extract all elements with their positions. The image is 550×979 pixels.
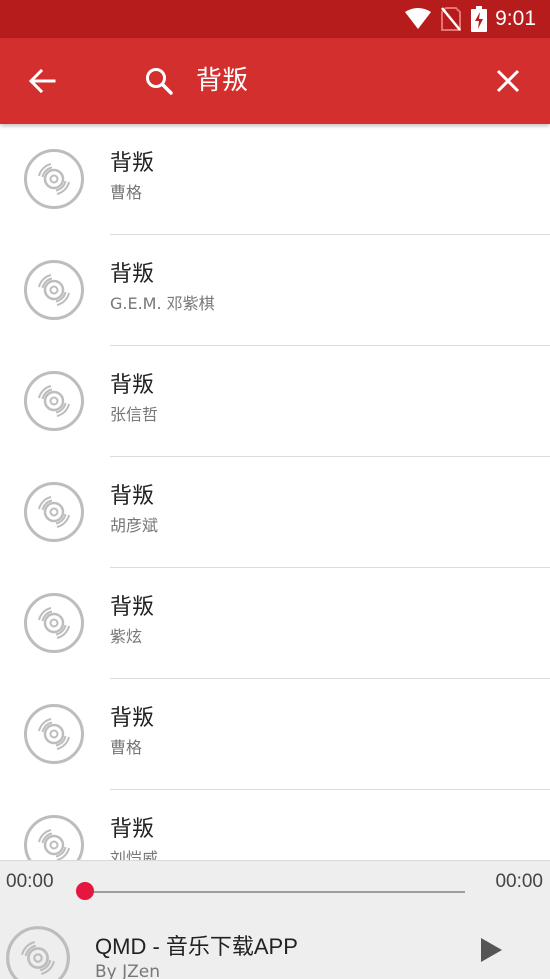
song-title: 背叛 <box>110 595 155 620</box>
search-input[interactable]: 背叛 <box>196 62 248 100</box>
song-artist: 胡彦斌 <box>110 516 159 535</box>
clock-time: 9:01 <box>495 7 536 30</box>
seek-bar-thumb[interactable] <box>76 882 94 900</box>
status-bar: 9:01 <box>0 0 550 38</box>
search-app-bar: 背叛 <box>0 38 550 124</box>
disc-icon <box>24 593 84 653</box>
close-icon[interactable] <box>488 61 528 101</box>
wifi-icon <box>405 8 432 30</box>
seek-bar-track[interactable] <box>85 891 465 893</box>
song-artist: G.E.M. 邓紫棋 <box>110 294 215 313</box>
song-artist: 张信哲 <box>110 405 159 424</box>
list-item[interactable]: 背叛 G.E.M. 邓紫棋 <box>0 235 550 346</box>
disc-icon <box>24 371 84 431</box>
disc-icon <box>24 482 84 542</box>
disc-icon <box>24 149 84 209</box>
list-item[interactable]: 背叛 张信哲 <box>0 346 550 457</box>
song-artist: 曹格 <box>110 183 143 202</box>
list-item[interactable]: 背叛 曹格 <box>0 124 550 235</box>
battery-charging-icon <box>471 6 488 32</box>
list-item[interactable]: 背叛 紫炫 <box>0 568 550 679</box>
disc-icon <box>24 260 84 320</box>
list-item[interactable]: 背叛 刘恺威 <box>0 790 550 860</box>
song-title: 背叛 <box>110 151 155 176</box>
no-sim-icon <box>441 7 462 31</box>
elapsed-time: 00:00 <box>6 871 54 892</box>
song-artist: 刘恺威 <box>110 849 159 860</box>
song-artist: 紫炫 <box>110 627 143 646</box>
disc-icon <box>24 704 84 764</box>
search-icon <box>142 64 176 98</box>
play-icon[interactable] <box>476 935 506 965</box>
song-title: 背叛 <box>110 817 155 842</box>
list-item[interactable]: 背叛 曹格 <box>0 679 550 790</box>
now-playing-bar: 00:00 00:00 QMD - 音乐下载APP By JZen <box>0 860 550 979</box>
song-title: 背叛 <box>110 484 155 509</box>
now-playing-subtitle: By JZen <box>95 962 161 979</box>
disc-icon <box>24 815 84 860</box>
song-title: 背叛 <box>110 373 155 398</box>
list-item[interactable]: 背叛 胡彦斌 <box>0 457 550 568</box>
album-disc-icon[interactable] <box>5 925 71 979</box>
song-title: 背叛 <box>110 262 155 287</box>
song-artist: 曹格 <box>110 738 143 757</box>
search-results-list: 背叛 曹格 背叛 G.E.M. 邓紫棋 背叛 张信哲 背叛 胡彦斌 背叛 紫炫 … <box>0 124 550 860</box>
song-title: 背叛 <box>110 706 155 731</box>
now-playing-title[interactable]: QMD - 音乐下载APP <box>95 929 298 961</box>
back-arrow-icon[interactable] <box>22 61 62 101</box>
total-time: 00:00 <box>495 871 543 892</box>
